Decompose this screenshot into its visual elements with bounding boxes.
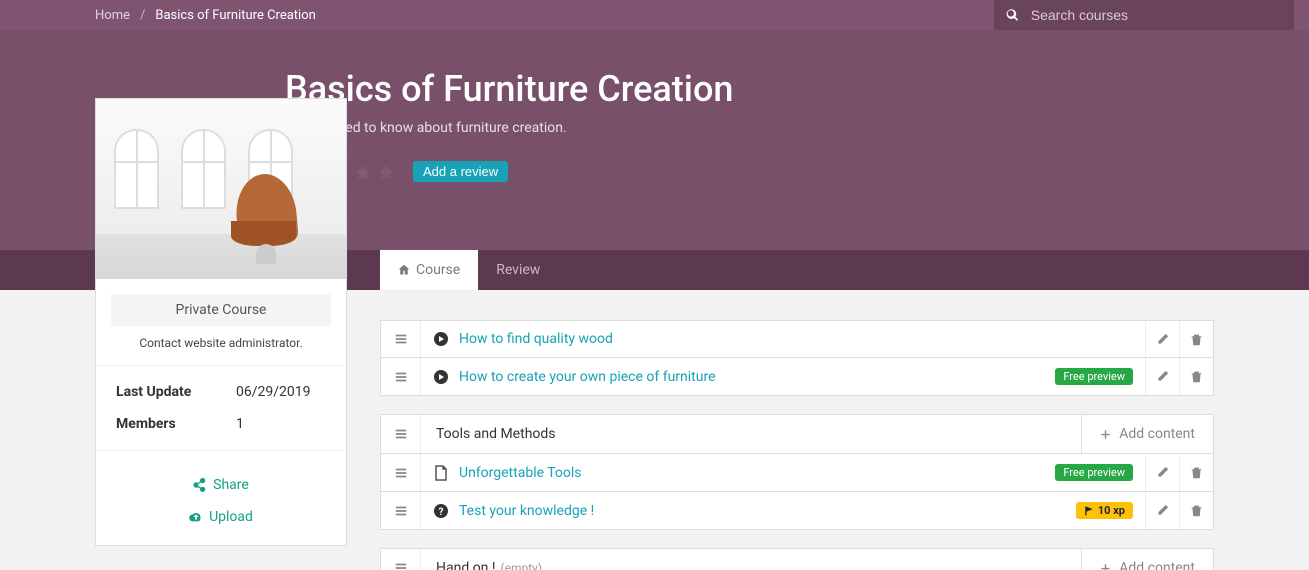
share-button[interactable]: Share	[193, 477, 249, 493]
last-update-value: 06/29/2019	[236, 384, 311, 400]
breadcrumb-separator: /	[140, 8, 145, 23]
bars-icon	[394, 332, 408, 346]
empty-tag: (empty)	[501, 561, 543, 570]
course-image	[96, 99, 346, 279]
lesson-row: Unforgettable Tools Free preview	[380, 454, 1214, 492]
delete-button[interactable]	[1179, 321, 1213, 357]
bars-icon	[394, 466, 408, 480]
search-input[interactable]	[1031, 7, 1282, 23]
play-icon	[433, 331, 449, 347]
plus-icon	[1100, 429, 1111, 440]
search-box[interactable]	[994, 0, 1294, 30]
xp-badge: 10 xp	[1076, 502, 1133, 519]
lesson-link[interactable]: Test your knowledge !	[459, 503, 594, 519]
question-icon: ?	[433, 503, 449, 519]
search-icon	[1006, 8, 1019, 22]
course-subtitle: All you need to know about furniture cre…	[285, 120, 1309, 136]
breadcrumb: Home / Basics of Furniture Creation	[95, 8, 316, 23]
edit-button[interactable]	[1145, 358, 1179, 395]
star-icon	[377, 163, 395, 181]
edit-button[interactable]	[1145, 492, 1179, 529]
trash-icon	[1190, 333, 1203, 346]
tab-review-label: Review	[496, 262, 540, 278]
course-title: Basics of Furniture Creation	[285, 68, 1309, 110]
section-header: Tools and Methods Add content	[380, 414, 1214, 454]
drag-handle[interactable]	[381, 415, 421, 453]
topbar: Home / Basics of Furniture Creation	[0, 0, 1309, 30]
section-header: Hand on ! (empty) Add content	[380, 548, 1214, 570]
drag-handle[interactable]	[381, 358, 421, 395]
bars-icon	[394, 427, 408, 441]
bars-icon	[394, 504, 408, 518]
sidebar-actions: Share Upload	[96, 450, 346, 545]
pencil-icon	[1156, 504, 1169, 517]
course-section: How to find quality wood How to create y…	[380, 320, 1214, 396]
drag-handle[interactable]	[381, 454, 421, 491]
tab-course[interactable]: Course	[380, 250, 478, 290]
private-course-badge: Private Course	[111, 294, 331, 326]
pencil-icon	[1156, 466, 1169, 479]
drag-handle[interactable]	[381, 492, 421, 529]
upload-label: Upload	[209, 509, 253, 525]
edit-button[interactable]	[1145, 321, 1179, 357]
add-content-button[interactable]: Add content	[1081, 549, 1213, 570]
section-title-text: Hand on !	[436, 560, 496, 570]
star-icon	[354, 163, 372, 181]
lesson-link[interactable]: How to create your own piece of furnitur…	[459, 369, 716, 385]
play-icon	[433, 369, 449, 385]
free-preview-badge: Free preview	[1055, 368, 1133, 385]
drag-handle[interactable]	[381, 321, 421, 357]
private-course-subtext: Contact website administrator.	[96, 336, 346, 350]
pencil-icon	[1156, 370, 1169, 383]
add-review-button[interactable]: Add a review	[413, 161, 508, 182]
delete-button[interactable]	[1179, 492, 1213, 529]
hero: Private Course Contact website administr…	[0, 30, 1309, 250]
share-label: Share	[213, 477, 249, 493]
lesson-row: ? Test your knowledge ! 10 xp	[380, 492, 1214, 530]
upload-icon	[189, 510, 203, 524]
delete-button[interactable]	[1179, 454, 1213, 491]
share-icon	[193, 478, 207, 492]
course-sidebar: Private Course Contact website administr…	[95, 98, 347, 546]
tab-review[interactable]: Review	[478, 250, 558, 290]
home-icon	[398, 264, 410, 276]
free-preview-badge: Free preview	[1055, 464, 1133, 481]
rating-row: Add a review	[285, 161, 1309, 182]
breadcrumb-home-link[interactable]: Home	[95, 8, 130, 23]
lesson-row: How to find quality wood	[380, 320, 1214, 358]
svg-text:?: ?	[439, 507, 444, 518]
lesson-link[interactable]: Unforgettable Tools	[459, 465, 582, 481]
bars-icon	[394, 561, 408, 570]
members-value: 1	[236, 416, 244, 432]
course-section: Hand on ! (empty) Add content	[380, 548, 1214, 570]
edit-button[interactable]	[1145, 454, 1179, 491]
last-update-label: Last Update	[116, 384, 236, 400]
xp-value: 10 xp	[1098, 504, 1125, 517]
course-meta: Last Update 06/29/2019 Members 1	[96, 365, 346, 450]
add-content-button[interactable]: Add content	[1081, 415, 1213, 453]
hero-main: Basics of Furniture Creation All you nee…	[285, 30, 1309, 182]
trash-icon	[1190, 466, 1203, 479]
flag-icon	[1084, 506, 1094, 516]
course-section: Tools and Methods Add content Unforgetta…	[380, 414, 1214, 530]
drag-handle[interactable]	[381, 549, 421, 570]
add-content-label: Add content	[1119, 560, 1195, 570]
lesson-row: How to create your own piece of furnitur…	[380, 358, 1214, 396]
breadcrumb-current: Basics of Furniture Creation	[155, 8, 315, 23]
pencil-icon	[1156, 333, 1169, 346]
trash-icon	[1190, 504, 1203, 517]
plus-icon	[1100, 563, 1111, 570]
section-title: Tools and Methods	[421, 415, 1081, 453]
tab-course-label: Course	[416, 262, 460, 278]
trash-icon	[1190, 370, 1203, 383]
main-content: How to find quality wood How to create y…	[380, 290, 1309, 570]
section-title: Hand on ! (empty)	[421, 549, 1081, 570]
upload-button[interactable]: Upload	[189, 509, 253, 525]
delete-button[interactable]	[1179, 358, 1213, 395]
add-content-label: Add content	[1119, 426, 1195, 442]
members-label: Members	[116, 416, 236, 432]
lesson-link[interactable]: How to find quality wood	[459, 331, 613, 347]
bars-icon	[394, 370, 408, 384]
document-icon	[433, 465, 449, 481]
